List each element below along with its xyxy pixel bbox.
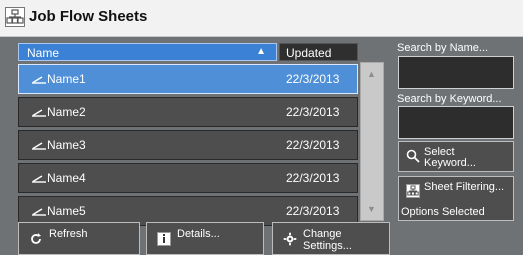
details-label: Details... <box>177 228 220 240</box>
refresh-icon <box>29 232 43 249</box>
list-row-name3[interactable]: Name3 22/3/2013 <box>18 130 358 160</box>
column-header-name-label: Name <box>27 46 60 60</box>
window-title: Job Flow Sheets <box>29 8 148 25</box>
search-by-keyword-label: Search by Keyword... <box>397 93 502 105</box>
job-flow-sheet-icon <box>5 7 25 27</box>
refresh-button[interactable]: Refresh <box>18 222 140 255</box>
search-by-keyword-field[interactable] <box>398 106 514 139</box>
sheet-icon <box>32 76 46 84</box>
change-settings-line1: Change <box>303 228 342 240</box>
list-row-name4[interactable]: Name4 22/3/2013 <box>18 163 358 193</box>
row-updated: 22/3/2013 <box>286 72 340 86</box>
row-updated: 22/3/2013 <box>286 105 340 119</box>
sheet-icon <box>32 142 46 150</box>
sort-ascending-icon: ▲ <box>256 46 266 57</box>
list-row-name2[interactable]: Name2 22/3/2013 <box>18 97 358 127</box>
select-keyword-line2: Keyword... <box>424 157 476 169</box>
scroll-down-icon[interactable]: ▼ <box>367 204 376 214</box>
row-name: Name3 <box>47 138 86 152</box>
row-name: Name1 <box>47 72 86 86</box>
options-selected-status: Options Selected <box>401 206 485 218</box>
details-button[interactable]: Details... <box>146 222 264 255</box>
magnifier-icon <box>406 149 420 166</box>
sheet-icon <box>32 109 46 117</box>
row-name: Name4 <box>47 171 86 185</box>
sheet-icon <box>32 175 46 183</box>
list-scrollbar[interactable]: ▲ ▼ <box>360 62 384 221</box>
change-settings-line2: Settings... <box>303 240 352 252</box>
filter-hierarchy-icon <box>406 184 420 201</box>
sheet-filtering-label: Sheet Filtering... <box>424 181 505 193</box>
row-name: Name2 <box>47 105 86 119</box>
row-name: Name5 <box>47 204 86 218</box>
list-row-name1[interactable]: Name1 22/3/2013 <box>18 64 358 94</box>
sheet-filtering-button[interactable]: Sheet Filtering... Options Selected <box>398 176 514 221</box>
select-keyword-button[interactable]: Select Keyword... <box>398 141 514 172</box>
title-bar: Job Flow Sheets <box>0 0 523 37</box>
row-updated: 22/3/2013 <box>286 204 340 218</box>
column-header-updated[interactable]: Updated <box>279 43 358 61</box>
sheet-icon <box>32 208 46 216</box>
gear-icon <box>283 232 297 249</box>
job-flow-sheets-window: Job Flow Sheets Name ▲ Updated Name1 22/… <box>0 0 523 255</box>
search-by-name-field[interactable] <box>398 56 514 89</box>
change-settings-button[interactable]: Change Settings... <box>272 222 390 255</box>
column-header-name[interactable]: Name ▲ <box>18 43 277 61</box>
job-flow-sheet-list: Name ▲ Updated Name1 22/3/2013 Name2 22/… <box>18 43 358 226</box>
row-updated: 22/3/2013 <box>286 138 340 152</box>
scroll-up-icon[interactable]: ▲ <box>367 69 376 79</box>
refresh-label: Refresh <box>49 228 88 240</box>
row-updated: 22/3/2013 <box>286 171 340 185</box>
search-by-name-label: Search by Name... <box>397 42 489 54</box>
column-header-updated-label: Updated <box>286 46 332 60</box>
info-icon <box>157 232 171 249</box>
